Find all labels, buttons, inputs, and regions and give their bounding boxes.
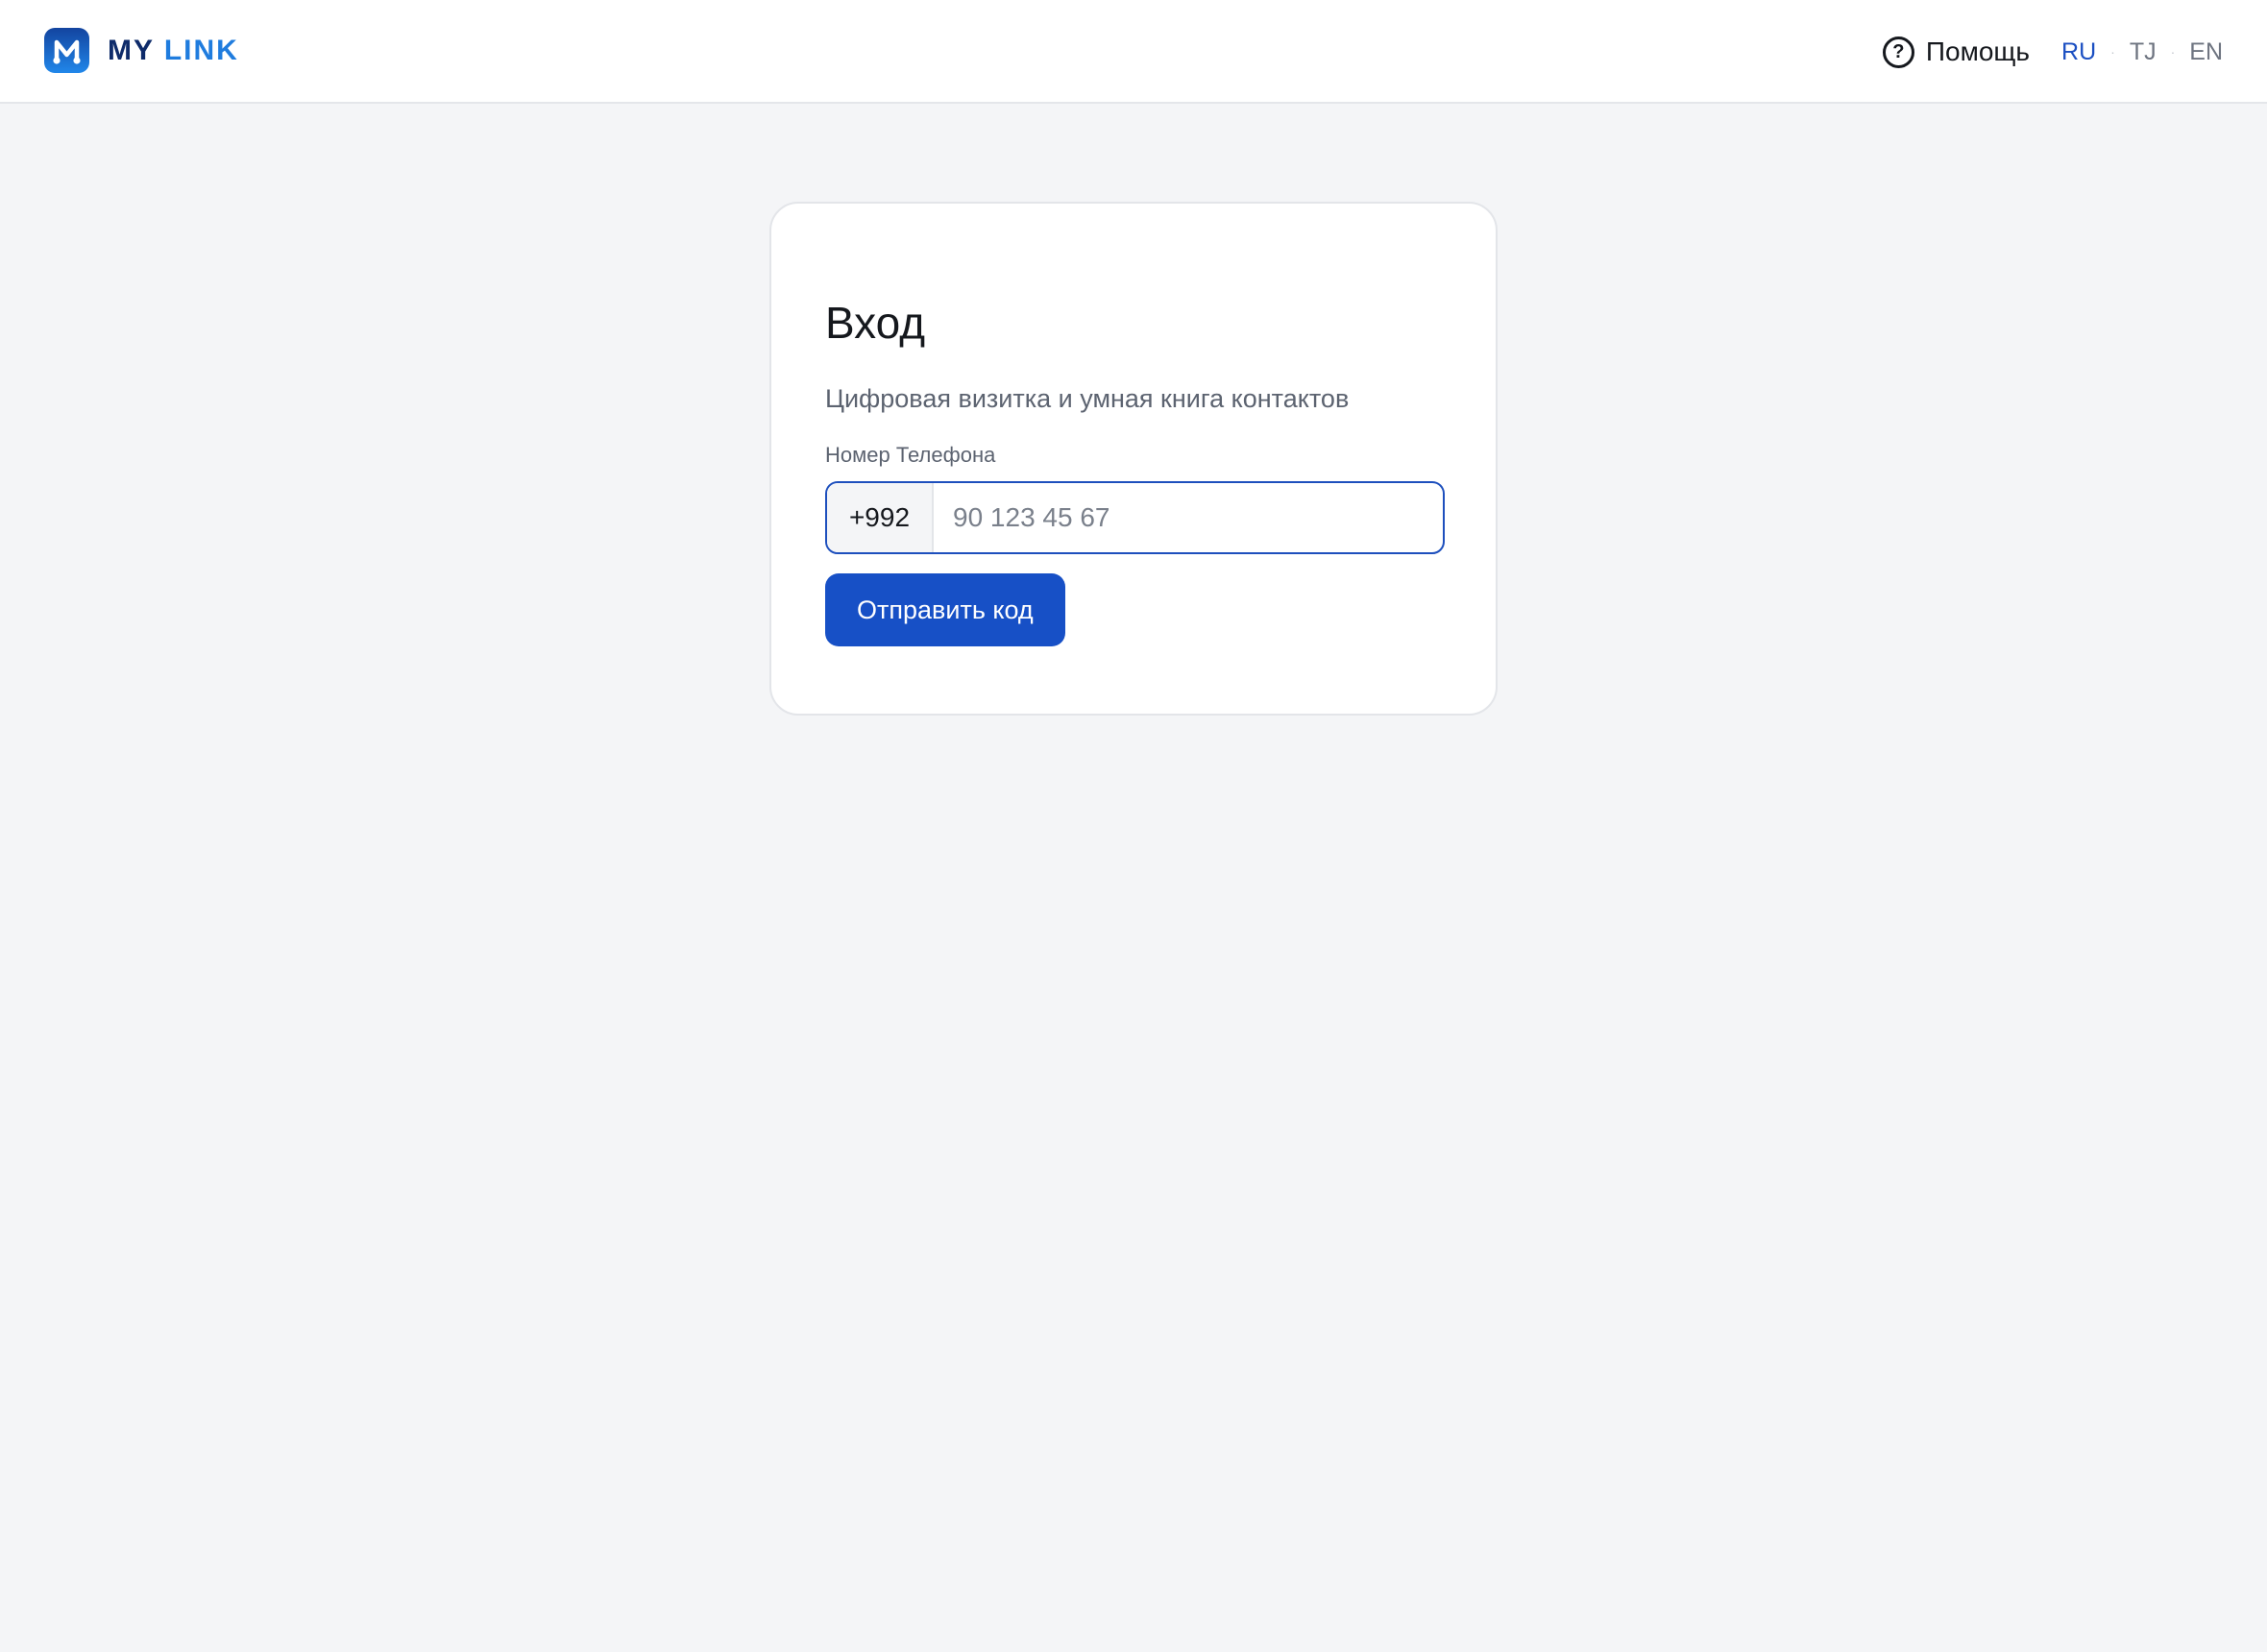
country-code-prefix[interactable]: +992 xyxy=(827,483,934,553)
lang-separator: · xyxy=(2110,44,2115,60)
page-subtitle: Цифровая визитка и умная книга контактов xyxy=(825,383,1350,413)
top-header: MY LINK ? Помощь RU · TJ · EN xyxy=(0,0,2267,104)
lang-en[interactable]: EN xyxy=(2189,38,2223,66)
brand-name-part1: MY xyxy=(108,34,155,66)
login-card: Вход Цифровая визитка и умная книга конт… xyxy=(769,202,1498,716)
question-circle-icon: ? xyxy=(1882,36,1914,68)
brand[interactable]: MY LINK xyxy=(44,28,239,73)
send-code-button[interactable]: Отправить код xyxy=(825,573,1065,647)
lang-ru[interactable]: RU xyxy=(2061,38,2096,66)
lang-tj[interactable]: TJ xyxy=(2130,38,2157,66)
lang-separator: · xyxy=(2170,44,2176,60)
brand-name-part2: LINK xyxy=(163,34,239,66)
phone-field: +992 xyxy=(825,481,1445,555)
help-link[interactable]: ? Помощь xyxy=(1882,36,2031,68)
page-title: Вход xyxy=(825,298,926,348)
phone-input[interactable] xyxy=(934,483,1443,553)
phone-label: Номер Телефона xyxy=(825,442,996,467)
header-actions: ? Помощь RU · TJ · EN xyxy=(1882,29,2223,75)
brand-name: MY LINK xyxy=(108,35,239,67)
help-label: Помощь xyxy=(1925,36,2031,66)
login-form: Вход Цифровая визитка и умная книга конт… xyxy=(825,298,1445,647)
m-logo-icon xyxy=(44,28,89,73)
